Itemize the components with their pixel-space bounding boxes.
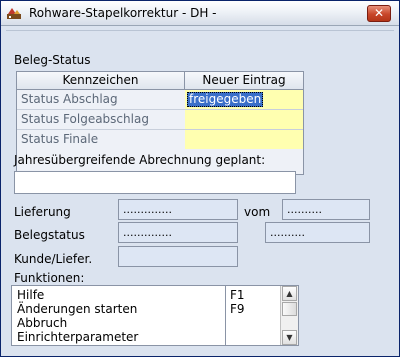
- row-label: Status Abschlag: [21, 92, 118, 106]
- scroll-thumb[interactable]: [282, 302, 297, 316]
- list-item[interactable]: Einrichterparameter: [17, 330, 138, 344]
- close-button[interactable]: ✕: [367, 5, 391, 22]
- kunde-field[interactable]: [118, 246, 238, 267]
- col-neuer-eintrag: Neuer Eintrag: [185, 72, 303, 90]
- funktionen-listbox[interactable]: Hilfe F1 Änderungen starten F9 Abbruch E…: [11, 285, 299, 346]
- scrollbar[interactable]: ▲ ▼: [280, 286, 298, 345]
- app-icon: [7, 8, 21, 19]
- list-divider: [225, 286, 226, 345]
- row-label: Status Finale: [21, 132, 99, 146]
- col-kennzeichen: Kennzeichen: [17, 72, 185, 90]
- jahres-input[interactable]: [14, 171, 296, 194]
- table-row[interactable]: Status Finale: [17, 130, 303, 149]
- vom-label: vom: [244, 205, 271, 219]
- belegstatus-label: Belegstatus: [14, 228, 85, 242]
- list-item-key: F9: [230, 302, 245, 316]
- lieferung-field[interactable]: ..............: [118, 199, 238, 220]
- close-icon: ✕: [373, 6, 385, 20]
- belegstatus-field[interactable]: ..............: [118, 222, 238, 243]
- selected-value[interactable]: freigegeben: [187, 92, 264, 107]
- scroll-down-icon[interactable]: ▼: [282, 330, 297, 345]
- kunde-label: Kunde/Liefer.: [14, 252, 93, 266]
- funktionen-label: Funktionen:: [14, 271, 85, 285]
- beleg-status-heading: Beleg-Status: [14, 53, 91, 67]
- table-row[interactable]: Status Folgeabschlag: [17, 110, 303, 130]
- jahres-label: Jahresübergreifende Abrechnung geplant:: [14, 153, 266, 167]
- row-value-cell[interactable]: [185, 110, 303, 129]
- list-item[interactable]: Abbruch: [17, 316, 67, 330]
- list-item[interactable]: Änderungen starten: [17, 302, 137, 316]
- window-title: Rohware-Stapelkorrektur - DH -: [29, 6, 217, 20]
- lieferung-label: Lieferung: [14, 205, 71, 219]
- belegstatus-field-2[interactable]: ..........: [265, 222, 370, 243]
- title-bar[interactable]: Rohware-Stapelkorrektur - DH - ✕: [1, 1, 399, 26]
- scroll-up-icon[interactable]: ▲: [282, 286, 297, 301]
- row-value-cell[interactable]: freigegeben: [185, 90, 303, 109]
- vom-field[interactable]: ..........: [282, 199, 370, 220]
- row-value-cell[interactable]: [185, 130, 303, 149]
- list-item[interactable]: Hilfe: [17, 288, 44, 302]
- table-row[interactable]: Status Abschlag freigegeben: [17, 90, 303, 110]
- list-item-key: F1: [230, 288, 245, 302]
- row-label: Status Folgeabschlag: [21, 112, 149, 126]
- main-window: Rohware-Stapelkorrektur - DH - ✕ Beleg-S…: [0, 0, 400, 357]
